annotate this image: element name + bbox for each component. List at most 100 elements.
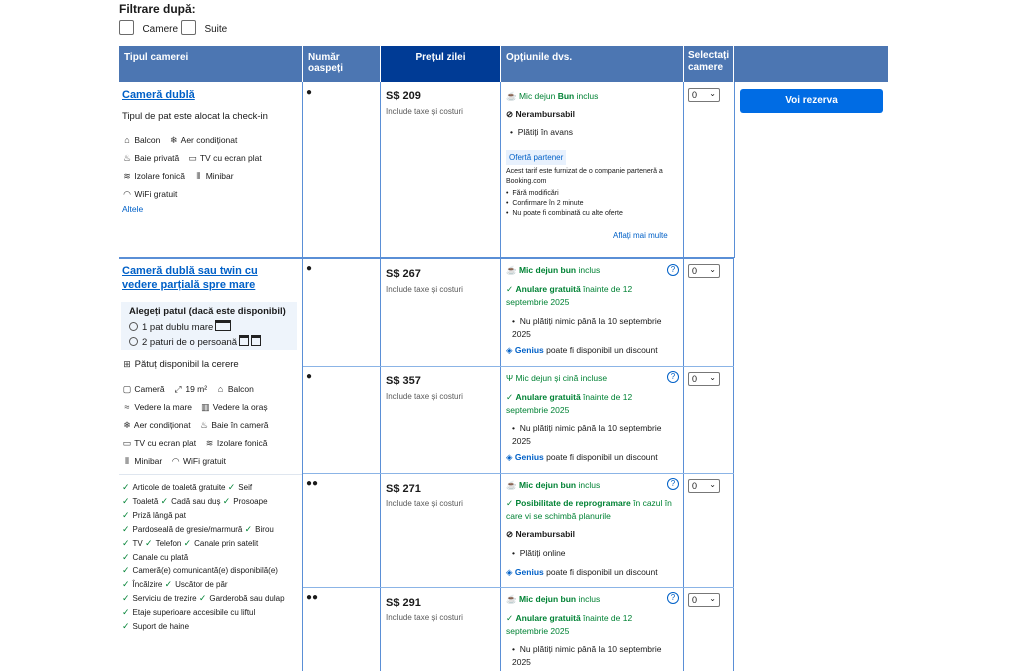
camere-label: Camere	[142, 24, 179, 35]
room1-breakfast: ☕ Mic dejun Bun inclus	[506, 91, 599, 101]
bath-icon: ♨	[122, 153, 132, 163]
offer1-price: S$ 267	[386, 268, 421, 280]
breakfast-icon: ☕	[506, 594, 517, 604]
ac-icon: ❄	[123, 420, 131, 430]
meal-icon: Ψ	[506, 373, 514, 383]
radio-button[interactable]	[129, 322, 138, 331]
offer2-price: S$ 357	[386, 375, 421, 387]
breakfast-icon: ☕	[506, 265, 517, 275]
offer4-qty-select[interactable]: 0 ⌄	[688, 593, 720, 607]
two-persons-icon: ●●	[306, 478, 319, 489]
offer3-meal: ☕ Mic dejun bun inclus	[506, 480, 601, 490]
double-bed-icon	[215, 320, 232, 331]
chevron-down-icon: ⌄	[709, 594, 716, 603]
offer1-meal: ☕ Mic dejun bun inclus	[506, 265, 601, 275]
filter-title: Filtrare după:	[119, 2, 196, 16]
nonrefund-icon: ⊘	[506, 109, 514, 119]
header-options: Opțiunile dvs.	[501, 46, 684, 82]
check-icon: ✓	[506, 613, 514, 623]
offer3-taxes: Include taxe și costuri	[386, 499, 463, 508]
radio-button[interactable]	[129, 337, 138, 346]
offer3-refund: ⊘ Nerambursabil	[506, 529, 576, 539]
reserve-button[interactable]: Voi rezerva	[740, 89, 883, 113]
offer3-pay: • Plătiți online	[512, 548, 566, 558]
offer2-genius: ◈ Genius poate fi disponibil un discount	[506, 452, 658, 462]
room2-name[interactable]: Cameră dublă sau twin cu vedere parțială…	[122, 264, 292, 292]
offer3-genius: ◈ Genius poate fi disponibil un discount	[506, 567, 658, 577]
crib-icon: ⊞	[123, 359, 131, 369]
tag-icon: ◈	[506, 345, 513, 355]
balcony-icon: ⌂	[124, 135, 130, 145]
chevron-down-icon: ⌄	[709, 480, 716, 489]
help-icon[interactable]: ?	[667, 371, 679, 383]
suite-checkbox[interactable]	[181, 20, 196, 35]
learn-more-link[interactable]: Aflați mai multe	[613, 231, 668, 240]
bed-option-2[interactable]: 2 paturi de o persoană	[129, 335, 262, 348]
suite-label: Suite	[204, 24, 228, 35]
two-persons-icon: ●●	[306, 592, 319, 603]
person-icon: ●	[306, 371, 313, 382]
header-room-type: Tipul camerei	[119, 46, 303, 82]
breakfast-icon: ☕	[506, 91, 517, 101]
soundproof-icon: ≋	[123, 171, 131, 181]
header-guests: Număr oaspeți	[303, 46, 381, 82]
minibar-icon: ⫴	[196, 171, 201, 181]
offer1-pay: • Nu plătiți nimic până la 10 septembrie…	[512, 316, 662, 339]
header-price: Prețul zilei	[381, 46, 501, 82]
ac-icon: ❄	[169, 135, 178, 145]
person-icon: ●	[306, 263, 313, 274]
help-icon[interactable]: ?	[667, 592, 679, 604]
offer1-taxes: Include taxe și costuri	[386, 285, 463, 294]
offer4-meal: ☕ Mic dejun bun inclus	[506, 594, 601, 604]
header-empty	[734, 46, 888, 82]
minibar-icon: ⫴	[125, 456, 129, 466]
check-icon: ✓	[506, 392, 514, 402]
tv-icon: ▭	[122, 438, 132, 448]
crib-note: ⊞ Pătuț disponibil la cerere	[123, 359, 239, 370]
camere-checkbox[interactable]	[119, 20, 134, 35]
offer2-qty-select[interactable]: 0 ⌄	[688, 372, 720, 386]
partner-list: • Fără modificări • Confirmare în 2 minu…	[506, 190, 623, 217]
chevron-down-icon: ⌄	[709, 89, 716, 98]
room2-facilities: ✓ Articole de toaletă gratuite ✓ Seif ✓ Toa…	[122, 482, 285, 632]
room1-refund: ⊘ Nerambursabil	[506, 109, 576, 119]
bath-icon: ♨	[199, 420, 209, 430]
room1-bed-note: Tipul de pat este alocat la check-in	[122, 111, 268, 122]
filter-camere[interactable]: Camere	[119, 20, 178, 40]
help-icon[interactable]: ?	[667, 478, 679, 490]
offer4-taxes: Include taxe și costuri	[386, 613, 463, 622]
offer2-taxes: Include taxe și costuri	[386, 392, 463, 401]
header-select: Selectați camere	[684, 46, 734, 82]
help-icon[interactable]: ?	[667, 264, 679, 276]
filter-suite[interactable]: Suite	[181, 20, 227, 40]
offer3-price: S$ 271	[386, 483, 421, 495]
balcony-icon: ⌂	[217, 384, 224, 394]
room1-name[interactable]: Cameră dublă	[122, 88, 195, 102]
offer1-cancel: ✓ Anulare gratuită înainte de 12 septemb…	[506, 284, 633, 307]
room1-amenities: ⌂ Balcon ❄ Aer condiționat ♨ Baie privat…	[122, 131, 297, 203]
room1-taxes: Include taxe și costuri	[386, 107, 463, 116]
room2-amenities: ▢ Cameră ⤢ 19 m² ⌂ Balcon ≈ Vedere la ma…	[122, 380, 300, 470]
offer3-reschedule: ✓ Posibilitate de reprogramare în cazul …	[506, 498, 672, 521]
offer4-pay: • Nu plătiți nimic până la 10 septembrie…	[512, 644, 662, 667]
bed-option-1[interactable]: 1 pat dublu mare	[129, 320, 232, 333]
city-view-icon: ▥	[201, 402, 210, 412]
offer2-meal: Ψ Mic dejun și cină incluse	[506, 373, 608, 383]
room1-qty-select[interactable]: 0 ⌄	[688, 88, 720, 102]
partner-badge: Ofertă partener	[506, 150, 567, 165]
tag-icon: ◈	[506, 567, 513, 577]
single-bed-icon	[239, 335, 250, 346]
offer2-pay: • Nu plătiți nimic până la 10 septembrie…	[512, 423, 662, 446]
tag-icon: ◈	[506, 452, 513, 462]
room1-price: S$ 209	[386, 90, 421, 102]
chevron-down-icon: ⌄	[709, 265, 716, 274]
offer4-price: S$ 291	[386, 597, 421, 609]
room1-more-link[interactable]: Altele	[122, 204, 143, 214]
bed-choice-title: Alegeți patul (dacă este disponibil)	[129, 306, 286, 317]
offer3-qty-select[interactable]: 0 ⌄	[688, 479, 720, 493]
single-bed-icon	[251, 335, 262, 346]
chevron-down-icon: ⌄	[709, 373, 716, 382]
wifi-icon: ◠	[123, 189, 131, 199]
offer1-qty-select[interactable]: 0 ⌄	[688, 264, 720, 278]
soundproof-icon: ≋	[205, 438, 214, 448]
